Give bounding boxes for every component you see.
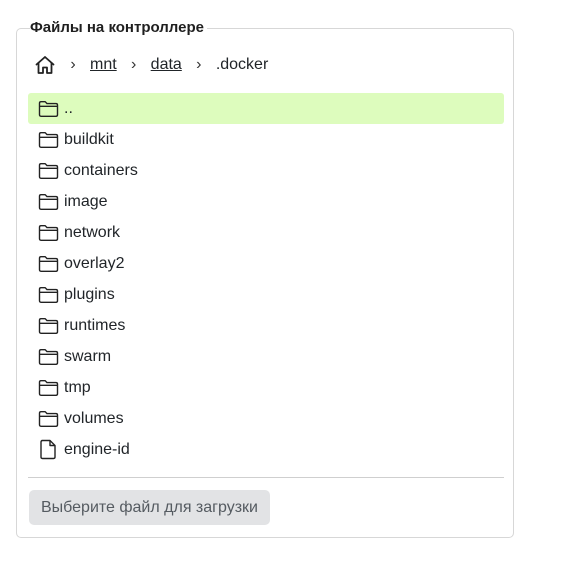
folder-icon	[37, 161, 59, 181]
breadcrumb-separator: ›	[196, 56, 202, 73]
file-name: volumes	[64, 409, 124, 427]
file-name: buildkit	[64, 130, 114, 148]
home-icon[interactable]	[34, 54, 56, 76]
file-name: tmp	[64, 378, 91, 396]
divider	[28, 477, 504, 478]
file-list-item[interactable]: tmp	[28, 372, 504, 403]
parent-directory-row[interactable]: ..	[28, 93, 504, 124]
file-list-item[interactable]: runtimes	[28, 310, 504, 341]
breadcrumb-separator: ›	[131, 56, 137, 73]
file-list-item[interactable]: swarm	[28, 341, 504, 372]
choose-upload-file-button[interactable]: Выберите файл для загрузки	[29, 490, 270, 525]
file-list-item[interactable]: volumes	[28, 403, 504, 434]
file-list-item[interactable]: engine-id	[28, 434, 504, 465]
file-name: image	[64, 192, 108, 210]
file-name: containers	[64, 161, 138, 179]
file-name: overlay2	[64, 254, 125, 272]
breadcrumb-link-data[interactable]: data	[151, 56, 182, 74]
folder-icon	[37, 378, 59, 398]
breadcrumb-current: .docker	[215, 56, 269, 73]
folder-icon	[37, 347, 59, 367]
folder-icon	[37, 409, 59, 429]
file-icon	[37, 439, 59, 460]
breadcrumb-link-mnt[interactable]: mnt	[90, 56, 117, 74]
folder-icon	[37, 192, 59, 212]
folder-icon	[37, 316, 59, 336]
file-list-item[interactable]: buildkit	[28, 124, 504, 155]
folder-icon	[37, 254, 59, 274]
folder-icon	[37, 223, 59, 243]
file-name: plugins	[64, 285, 115, 303]
file-list-item[interactable]: image	[28, 186, 504, 217]
file-list: .. buildkit containers image network overlay2…	[28, 93, 504, 465]
file-list-item[interactable]: network	[28, 217, 504, 248]
breadcrumb: › mnt › data › .docker	[34, 53, 268, 77]
panel-title: Файлы на контроллере	[30, 19, 207, 37]
file-name: engine-id	[64, 440, 130, 458]
folder-icon	[37, 285, 59, 305]
file-name: ..	[64, 99, 73, 117]
file-name: runtimes	[64, 316, 126, 334]
breadcrumb-separator: ›	[70, 56, 76, 73]
file-list-item[interactable]: overlay2	[28, 248, 504, 279]
folder-icon	[37, 99, 59, 119]
folder-icon	[37, 130, 59, 150]
file-name: swarm	[64, 347, 112, 365]
file-list-item[interactable]: containers	[28, 155, 504, 186]
file-name: network	[64, 223, 121, 241]
file-list-item[interactable]: plugins	[28, 279, 504, 310]
